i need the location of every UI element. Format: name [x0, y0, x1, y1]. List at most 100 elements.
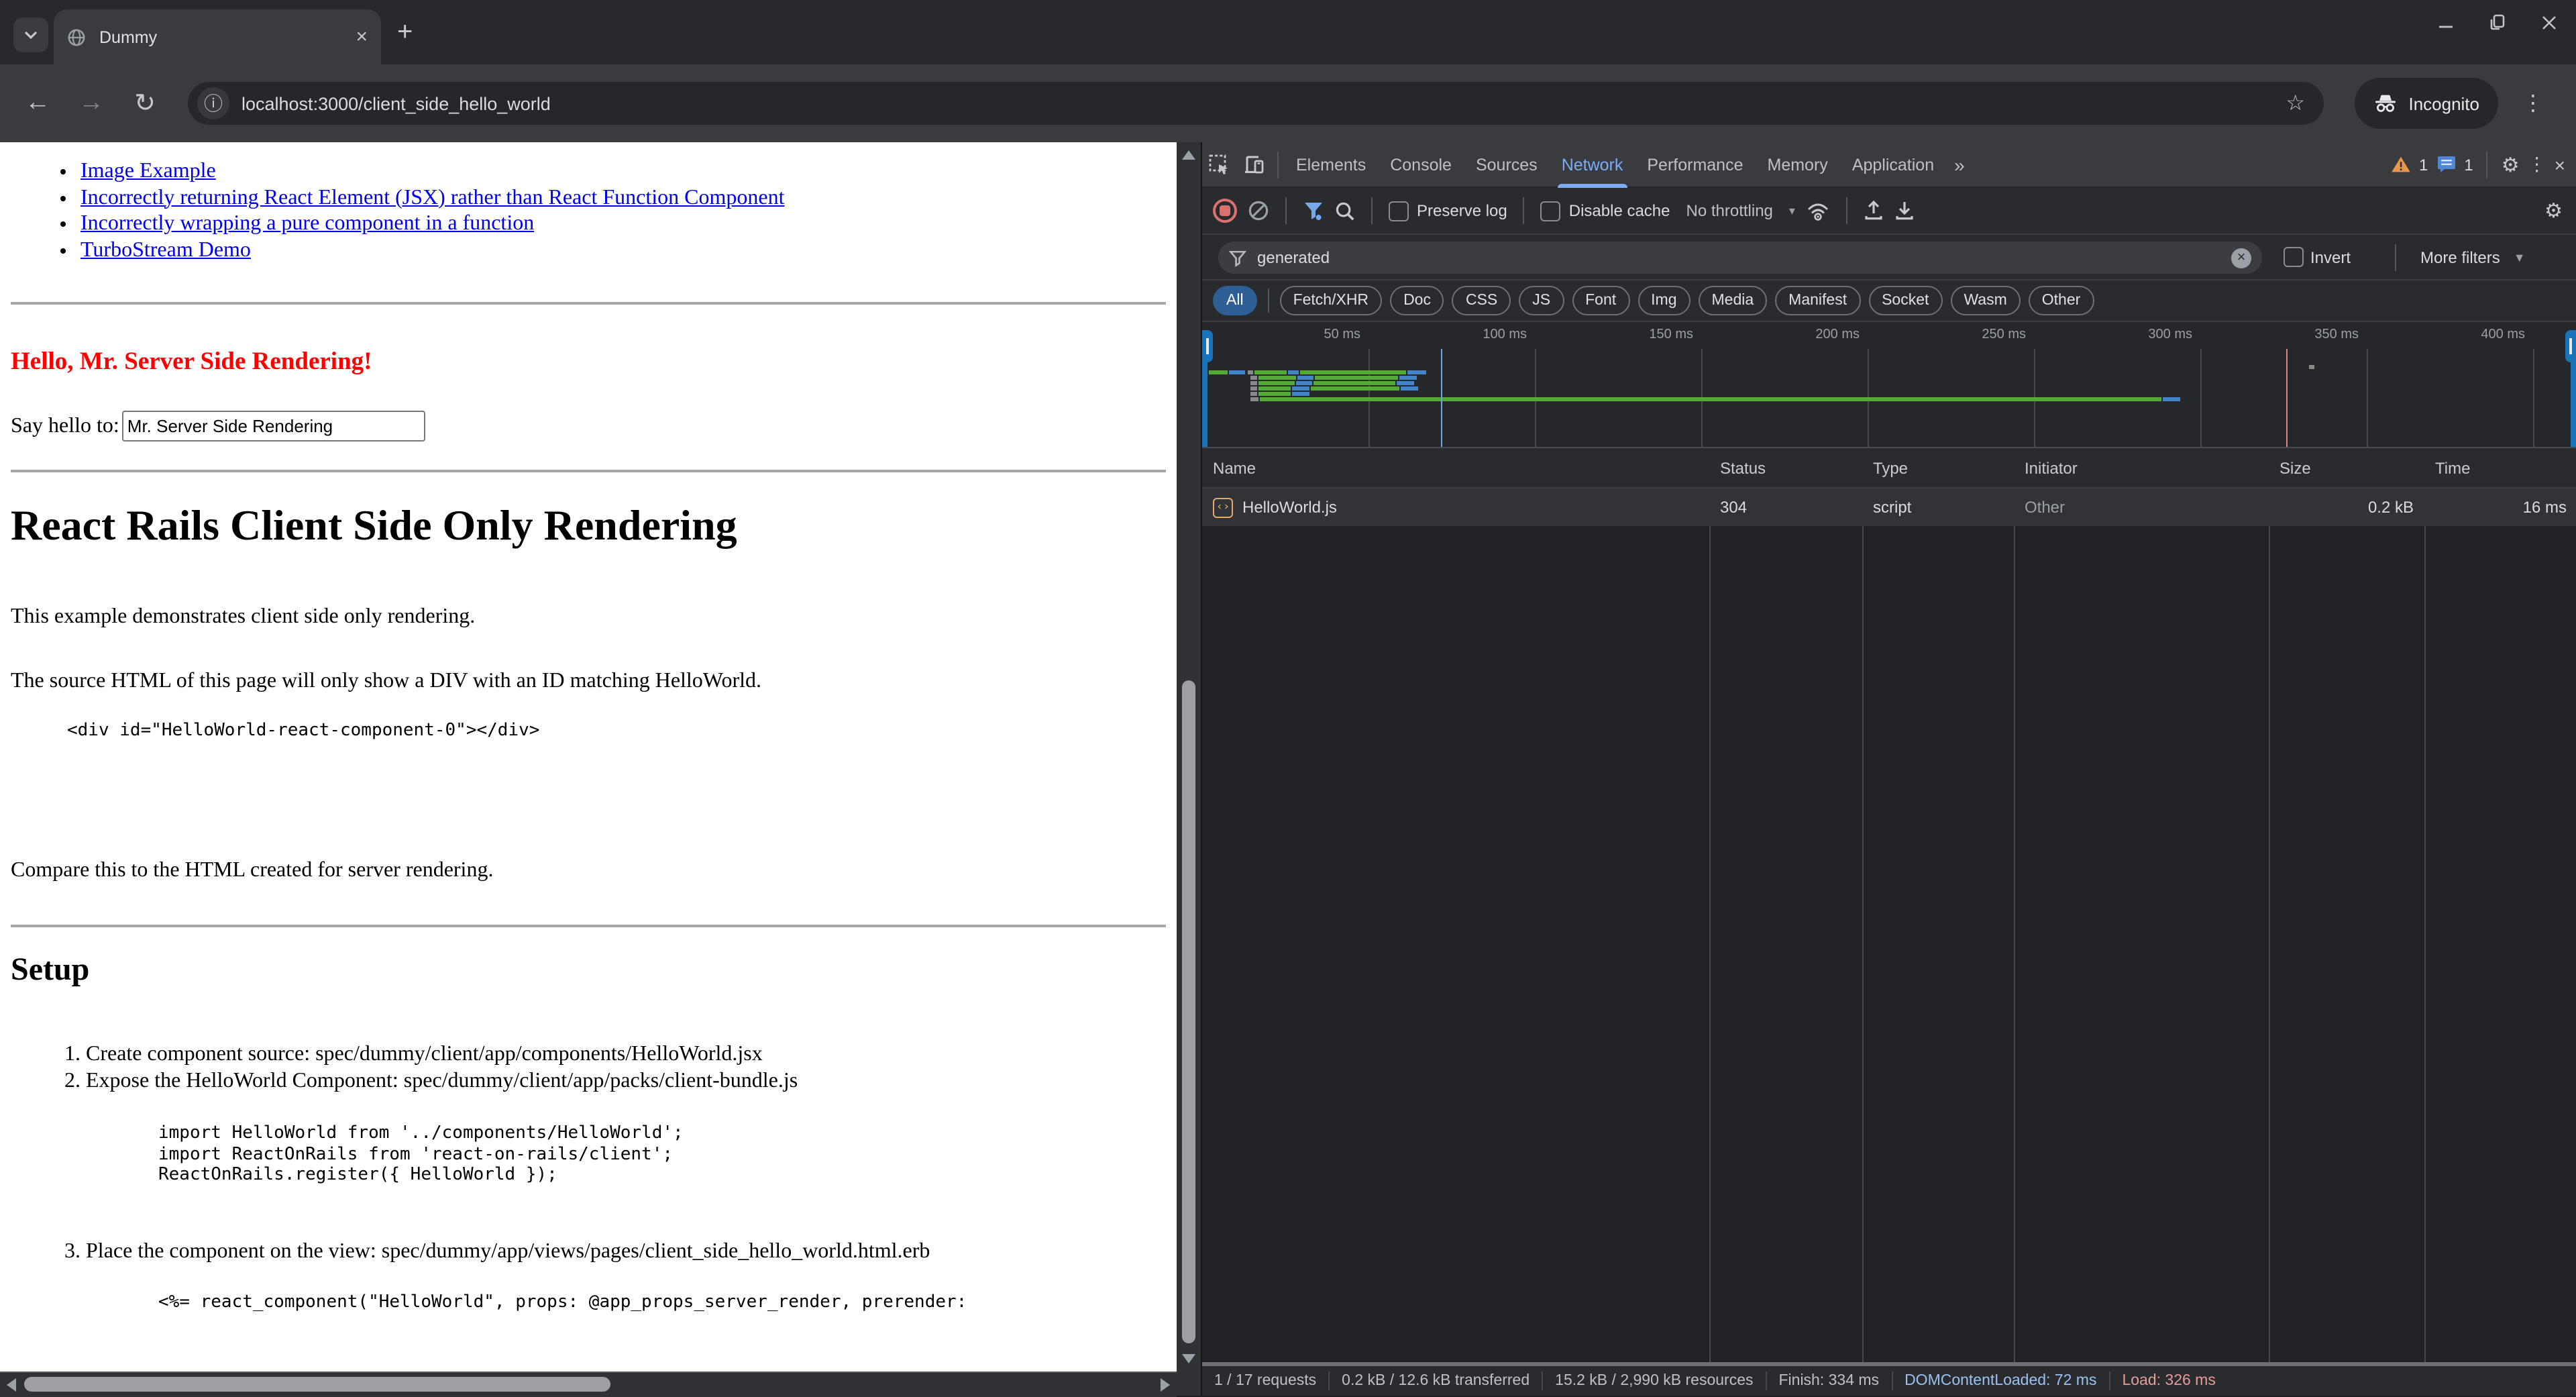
link-image-example[interactable]: Image Example — [80, 160, 216, 183]
reload-button[interactable]: ↻ — [121, 64, 169, 142]
inspect-element-button[interactable] — [1202, 147, 1237, 182]
name-input[interactable] — [122, 411, 425, 442]
bookmark-star-icon[interactable]: ☆ — [2286, 90, 2305, 117]
scroll-right-arrow[interactable] — [1161, 1378, 1170, 1392]
column-header-initiator[interactable]: Initiator — [2014, 448, 2279, 488]
minimize-icon[interactable] — [2438, 14, 2454, 30]
network-conditions-icon[interactable] — [1806, 201, 1830, 221]
invert-checkbox[interactable] — [2284, 247, 2304, 267]
request-initiator-cell[interactable]: Other — [2014, 488, 2269, 526]
column-header-size[interactable]: Size — [2269, 448, 2435, 488]
column-divider[interactable] — [1862, 448, 1864, 1362]
request-type-cell[interactable]: script — [1862, 488, 2014, 526]
restore-icon[interactable] — [2489, 13, 2506, 31]
browser-tab[interactable]: Dummy × — [54, 9, 381, 64]
column-header-name[interactable]: Name — [1202, 448, 1720, 488]
close-window-icon[interactable] — [2541, 14, 2557, 30]
chip-other[interactable]: Other — [2029, 286, 2094, 315]
say-hello-label: Say hello to: — [11, 414, 119, 438]
chip-font[interactable]: Font — [1572, 286, 1629, 315]
overview-left-handle-grip[interactable] — [1202, 330, 1213, 362]
network-settings-icon[interactable]: ⚙ — [2544, 199, 2563, 223]
request-name-cell[interactable]: ‹› HelloWorld.js — [1202, 488, 1709, 526]
preserve-log-checkbox[interactable] — [1389, 201, 1409, 221]
warning-icon[interactable] — [2391, 156, 2411, 173]
chip-socket[interactable]: Socket — [1868, 286, 1942, 315]
address-bar[interactable]: ⓘ localhost:3000/client_side_hello_world… — [188, 82, 2324, 125]
divider — [1523, 197, 1525, 224]
new-tab-button[interactable]: + — [397, 17, 413, 47]
tab-console[interactable]: Console — [1378, 142, 1464, 187]
load-time: Load: 326 ms — [2110, 1372, 2227, 1390]
import-har-icon[interactable] — [1864, 200, 1884, 221]
horizontal-scrollbar[interactable] — [0, 1372, 1177, 1397]
link-turbostream-demo[interactable]: TurboStream Demo — [80, 238, 251, 261]
request-size-cell[interactable]: 0.2 kB — [2269, 488, 2424, 526]
tab-title: Dummy — [99, 28, 356, 46]
devtools-menu-icon[interactable]: ⋮ — [2528, 153, 2546, 176]
chip-wasm[interactable]: Wasm — [1950, 286, 2020, 315]
more-tabs-button[interactable]: » — [1946, 154, 1973, 175]
clear-network-log-icon[interactable] — [1248, 200, 1269, 221]
filter-input[interactable]: generated × — [1218, 242, 2262, 274]
chip-media[interactable]: Media — [1699, 286, 1768, 315]
column-divider[interactable] — [2424, 448, 2426, 1362]
chip-img[interactable]: Img — [1638, 286, 1690, 315]
finish-time: Finish: 334 ms — [1767, 1372, 1893, 1390]
transferred-size: 0.2 kB / 12.6 kB transferred — [1330, 1372, 1543, 1390]
devtools-close-icon[interactable]: × — [2555, 154, 2565, 175]
device-toolbar-button[interactable] — [1237, 147, 1272, 182]
devtools-settings-icon[interactable]: ⚙ — [2502, 152, 2520, 176]
column-divider[interactable] — [2269, 448, 2270, 1362]
chip-css[interactable]: CSS — [1452, 286, 1511, 315]
back-button[interactable]: ← — [13, 64, 62, 142]
clear-filter-icon[interactable]: × — [2231, 248, 2251, 268]
chip-doc[interactable]: Doc — [1390, 286, 1444, 315]
column-header-time[interactable]: Time — [2424, 448, 2576, 488]
column-header-type[interactable]: Type — [1862, 448, 2025, 488]
more-filters-button[interactable]: More filters ▼ — [2420, 248, 2526, 266]
chip-fetch-xhr[interactable]: Fetch/XHR — [1280, 286, 1383, 315]
export-har-icon[interactable] — [1894, 200, 1915, 221]
tab-sources[interactable]: Sources — [1464, 142, 1550, 187]
tab-performance[interactable]: Performance — [1635, 142, 1755, 187]
tab-close-icon[interactable]: × — [356, 27, 368, 47]
link-incorrect-jsx[interactable]: Incorrectly returning React Element (JSX… — [80, 186, 784, 209]
tab-memory[interactable]: Memory — [1756, 142, 1840, 187]
scroll-left-arrow[interactable] — [7, 1378, 16, 1392]
search-icon[interactable] — [1335, 201, 1355, 221]
request-status-cell[interactable]: 304 — [1709, 488, 1862, 526]
filter-value[interactable]: generated — [1257, 248, 2231, 267]
overview-right-handle-grip[interactable] — [2565, 330, 2576, 362]
chip-js[interactable]: JS — [1519, 286, 1564, 315]
vertical-scrollbar-thumb[interactable] — [1182, 680, 1195, 1343]
tab-elements[interactable]: Elements — [1284, 142, 1378, 187]
network-overview-timeline[interactable]: 50 ms 100 ms 150 ms 200 ms 250 ms 300 ms… — [1202, 321, 2576, 448]
chip-manifest[interactable]: Manifest — [1775, 286, 1860, 315]
scroll-down-arrow[interactable] — [1182, 1354, 1195, 1363]
site-info-icon[interactable]: ⓘ — [197, 87, 229, 119]
browser-menu-button[interactable]: ⋮ — [2522, 64, 2544, 142]
throttling-select[interactable]: No throttling — [1686, 201, 1773, 220]
link-incorrect-wrapping[interactable]: Incorrectly wrapping a pure component in… — [80, 212, 534, 235]
vertical-scrollbar[interactable] — [1177, 142, 1201, 1372]
tab-application[interactable]: Application — [1840, 142, 1946, 187]
forward-button[interactable]: → — [67, 64, 115, 142]
scrollbar-corner — [1177, 1372, 1201, 1396]
column-divider[interactable] — [1709, 448, 1711, 1362]
table-row[interactable]: ‹› HelloWorld.js 304 script Other 0.2 kB… — [1202, 488, 2576, 526]
divider — [2395, 244, 2396, 271]
scroll-up-arrow[interactable] — [1182, 150, 1195, 160]
url-text[interactable]: localhost:3000/client_side_hello_world — [241, 93, 2286, 113]
tab-search-button[interactable] — [13, 17, 48, 52]
request-time-cell[interactable]: 16 ms — [2424, 488, 2576, 526]
column-divider[interactable] — [2014, 448, 2015, 1362]
issues-icon[interactable] — [2436, 156, 2456, 173]
column-header-status[interactable]: Status — [1709, 448, 1873, 488]
tab-network[interactable]: Network — [1550, 142, 1635, 187]
horizontal-scrollbar-thumb[interactable] — [24, 1377, 610, 1392]
record-network-log-button[interactable] — [1213, 199, 1237, 223]
disable-cache-checkbox[interactable] — [1541, 201, 1561, 221]
filter-icon[interactable] — [1303, 200, 1324, 221]
chip-all[interactable]: All — [1213, 286, 1257, 315]
